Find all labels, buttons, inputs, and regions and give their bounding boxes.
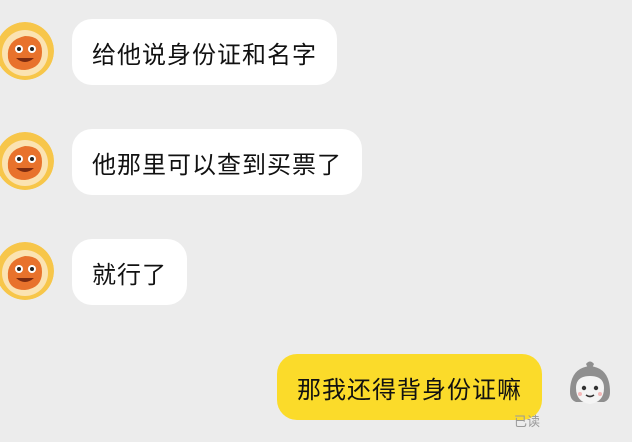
contact-avatar-icon[interactable]	[0, 132, 54, 190]
message-bubble-incoming[interactable]: 他那里可以查到买票了	[72, 129, 362, 195]
message-text: 那我还得背身份证嘛	[297, 375, 522, 404]
chat-message-list: 给他说身份证和名字 他那里可以查到买票了 就行了 那我还得背身份证嘛 已读	[0, 0, 632, 442]
message-row: 就行了	[0, 234, 632, 314]
message-bubble-outgoing[interactable]: 那我还得背身份证嘛	[277, 354, 542, 420]
own-avatar-icon[interactable]	[562, 358, 618, 414]
message-text: 就行了	[92, 260, 167, 289]
message-text: 他那里可以查到买票了	[92, 150, 342, 179]
message-bubble-incoming[interactable]: 就行了	[72, 239, 187, 305]
message-text: 给他说身份证和名字	[92, 40, 317, 69]
message-row: 给他说身份证和名字	[0, 14, 632, 94]
message-bubble-incoming[interactable]: 给他说身份证和名字	[72, 19, 337, 85]
contact-avatar-icon[interactable]	[0, 22, 54, 80]
read-status: 已读	[513, 415, 540, 430]
contact-avatar-icon[interactable]	[0, 242, 54, 300]
message-row: 那我还得背身份证嘛 已读	[0, 344, 632, 430]
message-row: 他那里可以查到买票了	[0, 124, 632, 204]
